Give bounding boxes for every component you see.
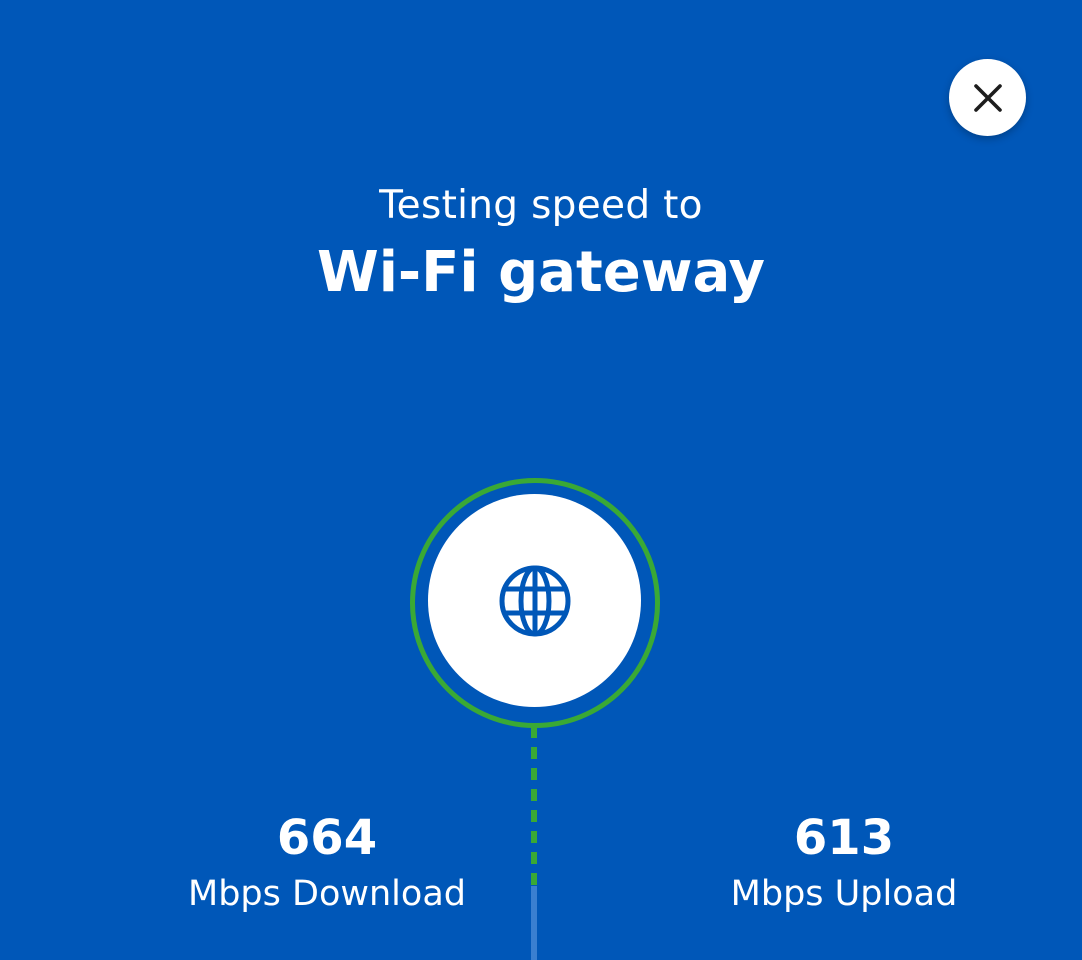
page-title: Wi-Fi gateway [316,240,766,305]
download-label: Mbps Download [188,874,466,914]
gateway-node [428,494,641,707]
download-result: 664 Mbps Download [127,808,527,916]
download-value: 664 [276,810,378,866]
upload-value: 613 [793,810,895,866]
globe-icon [499,565,570,636]
upload-label: Mbps Upload [730,874,958,914]
close-button[interactable] [949,59,1026,136]
upload-result: 613 Mbps Upload [644,808,1044,916]
page-subtitle: Testing speed to [379,183,703,228]
close-icon [973,83,1002,112]
